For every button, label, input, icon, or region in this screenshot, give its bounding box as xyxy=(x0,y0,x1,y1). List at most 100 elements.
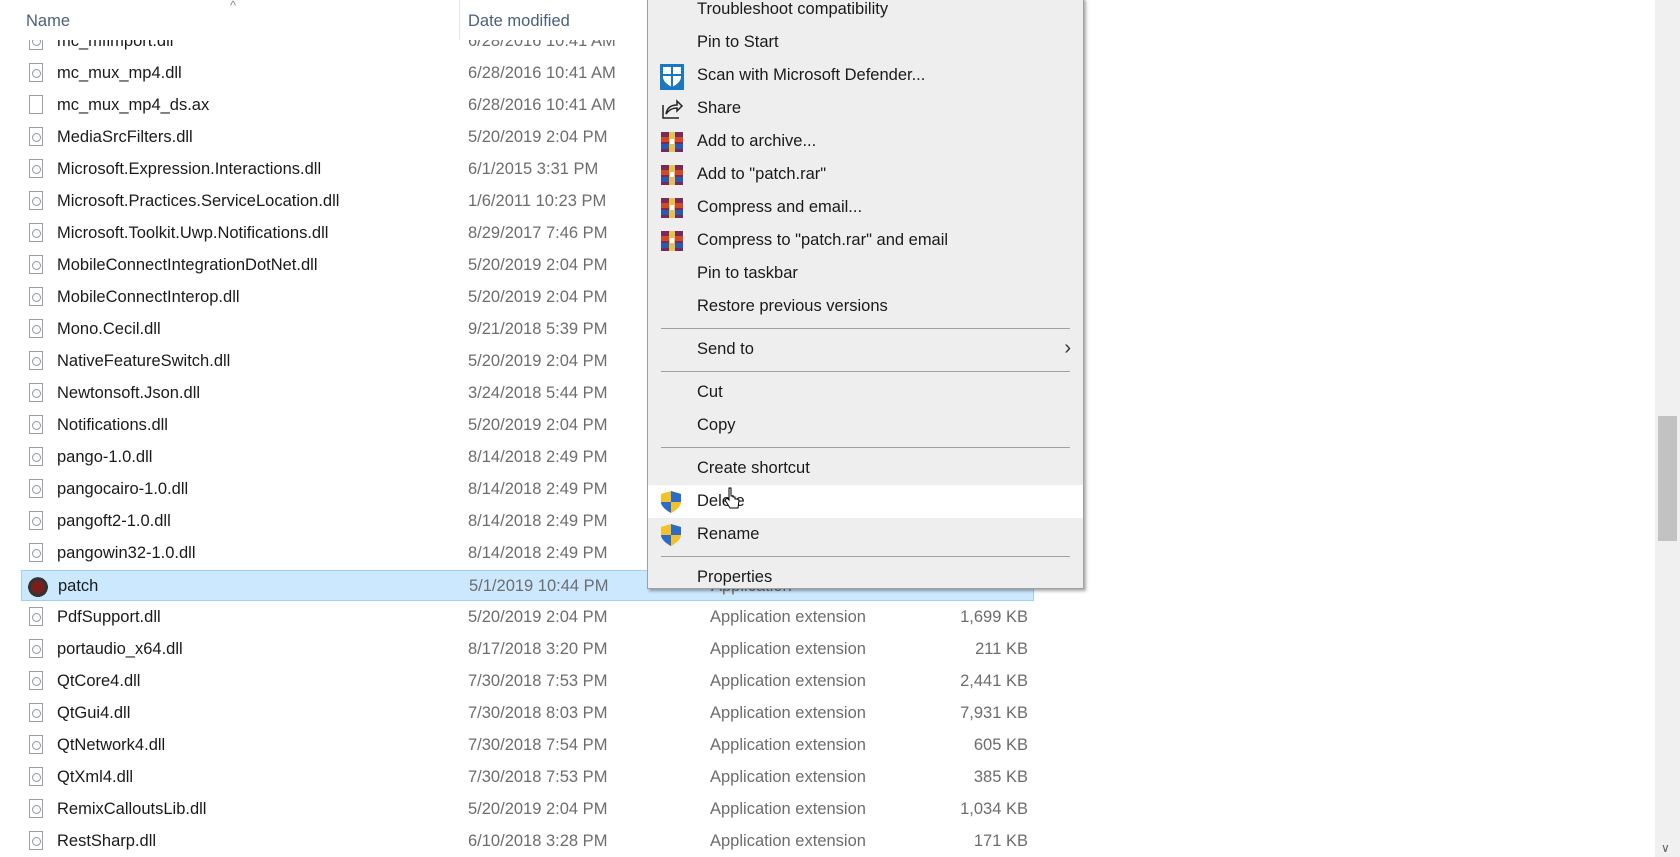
file-date: 6/28/2016 10:41 AM xyxy=(468,96,616,114)
column-name[interactable]: Name xyxy=(26,12,70,31)
file-type: Application extension xyxy=(710,608,866,626)
file-row[interactable]: RemixCalloutsLib.dll 5/20/2019 2:04 PM App… xyxy=(21,794,1034,825)
share-icon xyxy=(660,97,684,121)
menu-item-compress-and-email[interactable]: Compress and email... xyxy=(648,191,1083,224)
column-date-modified[interactable]: Date modified xyxy=(468,12,570,31)
menu-item-rename[interactable]: Rename xyxy=(648,518,1083,551)
file-size: 385 KB xyxy=(973,768,1028,786)
menu-item-delete[interactable]: Delete xyxy=(648,485,1083,518)
dll-file-icon xyxy=(29,127,43,146)
file-name: Mono.Cecil.dll xyxy=(57,320,161,338)
dll-file-icon xyxy=(29,191,43,210)
file-type: Application extension xyxy=(710,832,866,850)
file-date: 8/29/2017 7:46 PM xyxy=(468,224,608,242)
file-date: 8/14/2018 2:49 PM xyxy=(468,480,608,498)
menu-item-scan-with-microsoft-defender[interactable]: Scan with Microsoft Defender... xyxy=(648,59,1083,92)
file-type: Application extension xyxy=(710,800,866,818)
menu-item-restore-previous-versions[interactable]: Restore previous versions xyxy=(648,290,1083,323)
file-name: Microsoft.Toolkit.Uwp.Notifications.dll xyxy=(57,224,329,242)
menu-item-send-to[interactable]: Send to › xyxy=(648,333,1083,366)
file-name: QtGui4.dll xyxy=(57,704,131,722)
dll-file-icon xyxy=(29,255,43,274)
file-type: Application extension xyxy=(710,640,866,658)
file-row[interactable]: QtXml4.dll 7/30/2018 7:53 PM Application e… xyxy=(21,762,1034,793)
file-date: 5/20/2019 2:04 PM xyxy=(468,128,608,146)
menu-item-label: Compress and email... xyxy=(697,198,863,216)
file-row[interactable]: RestSharp.dll 6/10/2018 3:28 PM Applicatio… xyxy=(21,826,1034,857)
menu-item-add-to-patch-rar[interactable]: Add to "patch.rar" xyxy=(648,158,1083,191)
menu-separator xyxy=(661,556,1070,557)
file-name: QtXml4.dll xyxy=(57,768,134,786)
file-row[interactable]: QtNetwork4.dll 7/30/2018 7:54 PM Applicati… xyxy=(21,730,1034,761)
file-row[interactable]: QtCore4.dll 7/30/2018 7:53 PM Application … xyxy=(21,666,1034,697)
menu-item-troubleshoot-compatibility[interactable]: Troubleshoot compatibility xyxy=(648,0,1083,26)
file-date: 5/1/2019 10:44 PM xyxy=(469,577,609,595)
menu-item-label: Cut xyxy=(697,383,723,401)
mouse-cursor-hand-icon xyxy=(724,487,740,509)
file-name: Newtonsoft.Json.dll xyxy=(57,384,201,402)
menu-item-pin-to-taskbar[interactable]: Pin to taskbar xyxy=(648,257,1083,290)
file-icon xyxy=(29,95,43,114)
file-date: 8/17/2018 3:20 PM xyxy=(468,640,608,658)
file-date: 9/21/2018 5:39 PM xyxy=(468,320,608,338)
context-menu: Troubleshoot compatibility Pin to Start Sc… xyxy=(647,0,1084,589)
menu-item-create-shortcut[interactable]: Create shortcut xyxy=(648,452,1083,485)
file-date: 7/30/2018 7:53 PM xyxy=(468,768,608,786)
menu-item-cut[interactable]: Cut xyxy=(648,376,1083,409)
winrar-icon xyxy=(660,163,684,187)
menu-item-share[interactable]: Share xyxy=(648,92,1083,125)
file-date: 7/30/2018 7:54 PM xyxy=(468,736,608,754)
menu-item-label: Scan with Microsoft Defender... xyxy=(697,66,926,84)
dll-file-icon xyxy=(29,63,43,82)
file-name: pangocairo-1.0.dll xyxy=(57,480,189,498)
file-date: 7/30/2018 8:03 PM xyxy=(468,704,608,722)
file-type: Application extension xyxy=(710,768,866,786)
scroll-down-arrow-icon[interactable]: ∨ xyxy=(1661,841,1670,855)
chevron-right-icon: › xyxy=(1064,337,1071,359)
menu-item-label: Rename xyxy=(697,525,760,543)
dll-file-icon xyxy=(29,607,43,626)
dll-file-icon xyxy=(29,287,43,306)
file-row[interactable]: QtGui4.dll 7/30/2018 8:03 PM Application e… xyxy=(21,698,1034,729)
dll-file-icon xyxy=(29,511,43,530)
dll-file-icon xyxy=(29,671,43,690)
dll-file-icon xyxy=(29,799,43,818)
scrollbar-thumb[interactable] xyxy=(1658,416,1677,541)
file-row[interactable]: PdfSupport.dll 5/20/2019 2:04 PM Applicati… xyxy=(21,602,1034,633)
menu-item-properties[interactable]: Properties xyxy=(648,561,1083,594)
file-size: 2,441 KB xyxy=(960,672,1028,690)
menu-item-label: Properties xyxy=(697,568,773,586)
file-date: 5/20/2019 2:04 PM xyxy=(468,416,608,434)
column-divider[interactable] xyxy=(459,0,460,40)
menu-item-pin-to-start[interactable]: Pin to Start xyxy=(648,26,1083,59)
file-name: Microsoft.Expression.Interactions.dll xyxy=(57,160,322,178)
dll-file-icon xyxy=(29,703,43,722)
dll-file-icon xyxy=(29,159,43,178)
application-icon xyxy=(27,575,49,597)
menu-item-add-to-archive[interactable]: Add to archive... xyxy=(648,125,1083,158)
file-date: 8/14/2018 2:49 PM xyxy=(468,544,608,562)
file-date: 5/20/2019 2:04 PM xyxy=(468,608,608,626)
file-date: 8/14/2018 2:49 PM xyxy=(468,512,608,530)
file-name: pango-1.0.dll xyxy=(57,448,153,466)
file-size: 605 KB xyxy=(973,736,1028,754)
menu-item-label: Pin to taskbar xyxy=(697,264,798,282)
file-size: 1,699 KB xyxy=(960,608,1028,626)
uac-shield-icon xyxy=(660,523,684,547)
menu-item-compress-to-patch-rar-and-email[interactable]: Compress to "patch.rar" and email xyxy=(648,224,1083,257)
file-size: 211 KB xyxy=(975,640,1028,658)
file-row[interactable]: portaudio_x64.dll 8/17/2018 3:20 PM Applic… xyxy=(21,634,1034,665)
file-date: 6/28/2016 10:41 AM xyxy=(468,64,616,82)
menu-separator xyxy=(661,328,1070,329)
file-name: Microsoft.Practices.ServiceLocation.dll xyxy=(57,192,340,210)
file-name: RestSharp.dll xyxy=(57,832,157,850)
file-date: 5/20/2019 2:04 PM xyxy=(468,352,608,370)
menu-item-label: Restore previous versions xyxy=(697,297,888,315)
vertical-scrollbar[interactable]: ∨ xyxy=(1655,0,1680,857)
menu-item-copy[interactable]: Copy xyxy=(648,409,1083,442)
file-name: portaudio_x64.dll xyxy=(57,640,183,658)
dll-file-icon xyxy=(29,351,43,370)
dll-file-icon xyxy=(29,639,43,658)
file-type: Application extension xyxy=(710,672,866,690)
file-name: MediaSrcFilters.dll xyxy=(57,128,193,146)
